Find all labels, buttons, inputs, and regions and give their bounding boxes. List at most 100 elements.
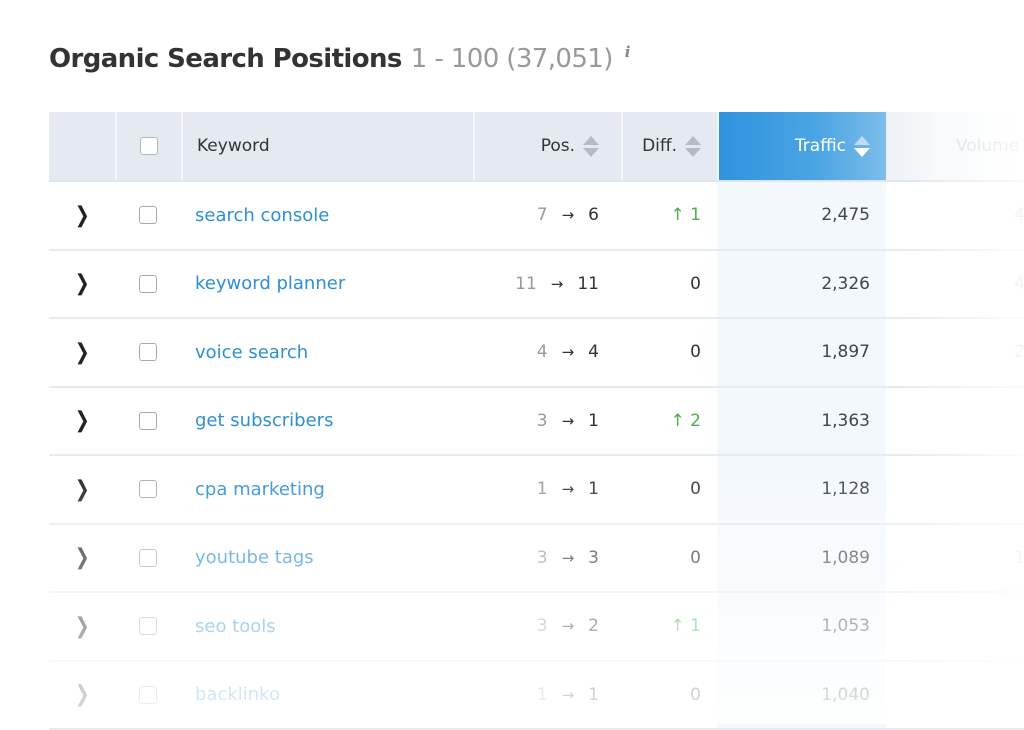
info-icon[interactable]: i xyxy=(625,43,631,61)
table-row: ❯ voice search 4 → 4 0 1,897 27,1 xyxy=(49,319,1024,388)
chevron-right-icon[interactable]: ❯ xyxy=(75,203,90,228)
keyword-link[interactable]: cpa marketing xyxy=(195,479,325,500)
volume-cell: 12,1 xyxy=(886,525,1024,592)
keyword-cell: seo tools xyxy=(181,593,473,660)
volume-value: 12,1 xyxy=(1014,548,1024,568)
diff-cell: ↑ 1 xyxy=(621,593,717,660)
column-header-diff[interactable]: Diff. xyxy=(621,112,717,180)
position-diff: ↑ 1 xyxy=(671,205,701,225)
arrow-right-icon: → xyxy=(562,549,575,567)
previous-position: 1 xyxy=(537,685,548,705)
arrow-right-icon: → xyxy=(562,480,575,498)
volume-cell: 8,1 xyxy=(886,593,1024,660)
volume-value: 27,1 xyxy=(1014,342,1024,362)
select-cell xyxy=(115,662,181,729)
traffic-value: 1,128 xyxy=(821,479,870,499)
keyword-cell: keyword planner xyxy=(181,251,473,318)
sort-icon[interactable] xyxy=(685,136,701,157)
select-cell xyxy=(115,593,181,660)
keyword-link[interactable]: get subscribers xyxy=(195,410,333,431)
chevron-right-icon[interactable]: ❯ xyxy=(75,614,90,639)
keyword-cell: youtube tags xyxy=(181,525,473,592)
table-body: ❯ search console 7 → 6 ↑ 1 2,475 49,5 ❯ xyxy=(49,182,1024,730)
sort-desc-icon[interactable] xyxy=(854,136,870,157)
arrow-right-icon: → xyxy=(562,617,575,635)
page-title: Organic Search Positions xyxy=(49,44,402,74)
traffic-cell: 1,040 xyxy=(717,662,886,729)
select-cell xyxy=(115,456,181,523)
traffic-value: 1,053 xyxy=(821,616,870,636)
row-checkbox[interactable] xyxy=(139,617,157,635)
traffic-cell: 1,053 xyxy=(717,593,886,660)
diff-cell: ↑ 2 xyxy=(621,388,717,455)
row-checkbox[interactable] xyxy=(139,412,157,430)
position-diff: 0 xyxy=(690,274,701,294)
sort-icon[interactable] xyxy=(583,136,599,157)
chevron-right-icon[interactable]: ❯ xyxy=(75,340,90,365)
keyword-link[interactable]: keyword planner xyxy=(195,273,345,294)
traffic-cell: 1,089 xyxy=(717,525,886,592)
expand-cell: ❯ xyxy=(49,525,115,592)
expand-cell: ❯ xyxy=(49,593,115,660)
expand-cell: ❯ xyxy=(49,388,115,455)
previous-position: 11 xyxy=(515,274,537,294)
chevron-right-icon[interactable]: ❯ xyxy=(75,477,90,502)
arrow-right-icon: → xyxy=(551,275,564,293)
table-row: ❯ cpa marketing 1 → 1 0 1,128 2,4 xyxy=(49,456,1024,525)
keyword-link[interactable]: youtube tags xyxy=(195,547,314,568)
volume-cell: 49,5 xyxy=(886,251,1024,318)
keyword-link[interactable]: seo tools xyxy=(195,616,276,637)
row-checkbox[interactable] xyxy=(139,686,157,704)
previous-position: 7 xyxy=(537,205,548,225)
column-label-diff: Diff. xyxy=(642,136,677,156)
traffic-cell: 1,897 xyxy=(717,319,886,386)
keyword-cell: voice search xyxy=(181,319,473,386)
column-header-pos[interactable]: Pos. xyxy=(473,112,621,180)
keyword-link[interactable]: backlinko xyxy=(195,684,280,705)
column-header-keyword: Keyword xyxy=(181,112,473,180)
volume-cell: 2,9 xyxy=(886,388,1024,455)
column-label-keyword: Keyword xyxy=(197,136,270,156)
traffic-cell: 2,326 xyxy=(717,251,886,318)
position-diff: ↑ 2 xyxy=(671,411,701,431)
column-label-traffic: Traffic xyxy=(795,136,846,156)
arrow-right-icon: → xyxy=(562,412,575,430)
diff-cell: 0 xyxy=(621,456,717,523)
position-diff: 0 xyxy=(690,548,701,568)
current-position: 11 xyxy=(577,274,599,294)
previous-position: 4 xyxy=(537,342,548,362)
chevron-right-icon[interactable]: ❯ xyxy=(75,545,90,570)
column-header-traffic[interactable]: Traffic xyxy=(717,112,886,180)
row-checkbox[interactable] xyxy=(139,275,157,293)
chevron-right-icon[interactable]: ❯ xyxy=(75,682,90,707)
traffic-value: 1,897 xyxy=(821,342,870,362)
traffic-value: 1,089 xyxy=(821,548,870,568)
current-position: 3 xyxy=(588,548,599,568)
select-all-checkbox[interactable] xyxy=(140,137,158,155)
row-checkbox[interactable] xyxy=(139,480,157,498)
row-checkbox[interactable] xyxy=(139,549,157,567)
diff-cell: 0 xyxy=(621,662,717,729)
current-position: 1 xyxy=(588,479,599,499)
position-cell: 3 → 2 xyxy=(473,593,621,660)
traffic-value: 1,363 xyxy=(821,411,870,431)
keyword-link[interactable]: voice search xyxy=(195,342,308,363)
table-row: ❯ youtube tags 3 → 3 0 1,089 12,1 xyxy=(49,525,1024,594)
position-cell: 11 → 11 xyxy=(473,251,621,318)
previous-position: 3 xyxy=(537,616,548,636)
volume-cell: 2,4 xyxy=(886,456,1024,523)
keyword-link[interactable]: search console xyxy=(195,205,329,226)
results-range: 1 - 100 (37,051) xyxy=(411,44,613,74)
row-checkbox[interactable] xyxy=(139,206,157,224)
select-cell xyxy=(115,182,181,249)
row-checkbox[interactable] xyxy=(139,343,157,361)
previous-position: 3 xyxy=(537,411,548,431)
column-header-volume[interactable]: Volume xyxy=(886,112,1024,180)
diff-cell: ↑ 1 xyxy=(621,182,717,249)
current-position: 1 xyxy=(588,411,599,431)
expand-cell: ❯ xyxy=(49,662,115,729)
chevron-right-icon[interactable]: ❯ xyxy=(75,271,90,296)
table-row: ❯ keyword planner 11 → 11 0 2,326 49,5 xyxy=(49,251,1024,320)
chevron-right-icon[interactable]: ❯ xyxy=(75,408,90,433)
table-header: Keyword Pos. Diff. Traffic Volume xyxy=(49,112,1024,182)
